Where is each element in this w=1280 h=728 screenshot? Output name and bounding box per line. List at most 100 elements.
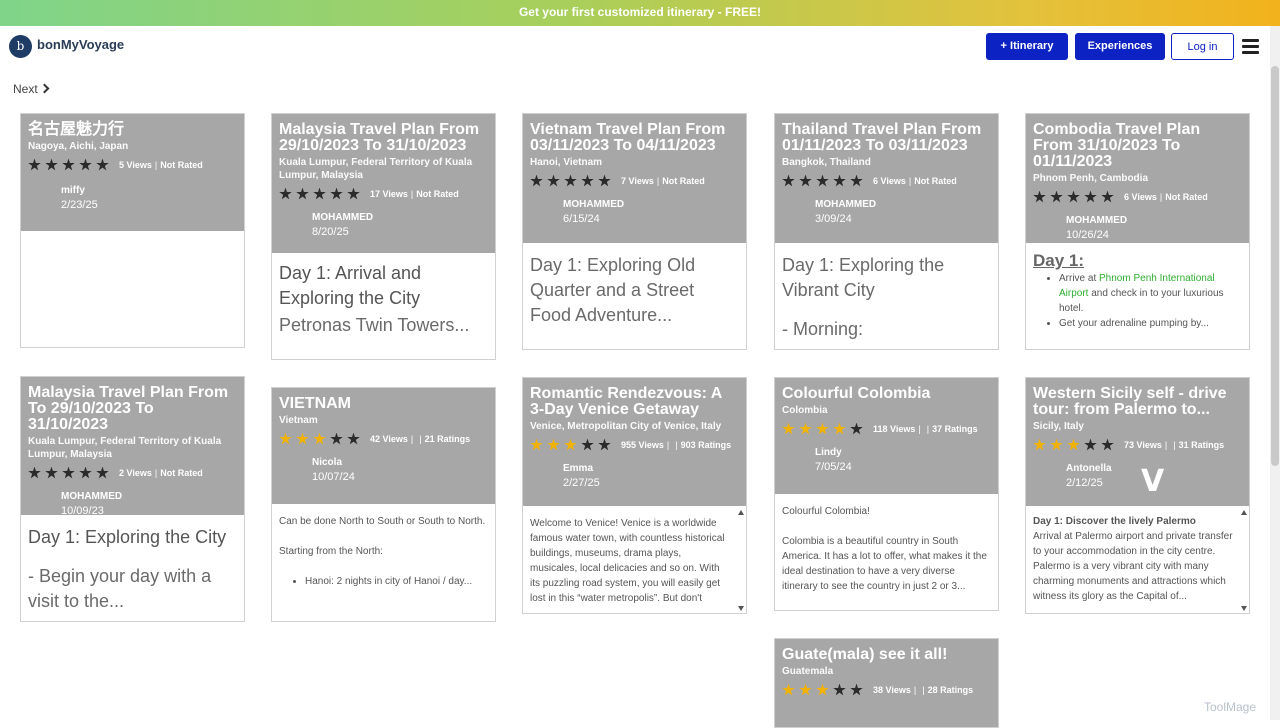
itinerary-card[interactable]: 名古屋魅力行 Nagoya, Aichi, Japan 5 Views | Not … xyxy=(20,113,245,348)
star-icon xyxy=(581,438,594,451)
star-rating xyxy=(530,438,611,452)
rating-status: Not Rated xyxy=(416,189,459,199)
rating-count: 28 Ratings xyxy=(927,685,974,695)
author-name: Emma xyxy=(563,463,594,474)
card-title[interactable]: Vietnam Travel Plan From 03/11/2023 To 0… xyxy=(530,122,739,154)
star-rating xyxy=(782,174,863,188)
menu-icon[interactable] xyxy=(1242,39,1259,54)
preview-text: Colombia is a beautiful country in South… xyxy=(782,536,987,592)
rating-count: 37 Ratings xyxy=(932,424,978,434)
rating-row: 42 Views | | 21 Ratings xyxy=(279,432,488,446)
next-page-link[interactable]: Next xyxy=(13,82,50,96)
card-preview[interactable]: Day 1: Discover the lively Palermo Arriv… xyxy=(1026,506,1249,610)
card-preview: Can be done North to South or South to N… xyxy=(272,504,495,597)
card-title[interactable]: Malaysia Travel Plan From 29/10/2023 To … xyxy=(279,122,488,154)
page-scrollbar-thumb[interactable] xyxy=(1271,66,1279,466)
preview-text: Welcome to Venice! Venice is a worldwide… xyxy=(530,518,725,610)
rating-count: 21 Ratings xyxy=(424,434,471,444)
star-icon xyxy=(313,187,326,200)
star-icon xyxy=(1033,190,1046,203)
card-preview: Day 1: Exploring the City - Begin your d… xyxy=(21,515,244,621)
star-icon xyxy=(581,174,594,187)
logo-icon[interactable]: b xyxy=(9,35,32,58)
itinerary-card[interactable]: Thailand Travel Plan From 01/11/2023 To … xyxy=(774,113,999,350)
card-header: Thailand Travel Plan From 01/11/2023 To … xyxy=(775,114,998,243)
itinerary-card[interactable]: Vietnam Travel Plan From 03/11/2023 To 0… xyxy=(522,113,747,350)
view-count: 7 Views xyxy=(621,176,654,186)
post-date: 10/26/24 xyxy=(1066,229,1109,241)
star-icon xyxy=(816,174,829,187)
star-rating xyxy=(28,466,109,480)
star-icon xyxy=(28,466,41,479)
card-location: Phnom Penh, Cambodia xyxy=(1033,173,1149,184)
preview-scrollbar[interactable] xyxy=(1241,510,1247,611)
itinerary-card[interactable]: Malaysia Travel Plan From To 29/10/2023 … xyxy=(20,376,245,622)
star-icon xyxy=(347,432,360,445)
brand-name[interactable]: bonMyVoyage xyxy=(37,37,124,52)
rating-status: Not Rated xyxy=(160,160,203,170)
login-button[interactable]: Log in xyxy=(1171,33,1234,60)
star-icon xyxy=(1101,438,1114,451)
rating-row: 5 Views | Not Rated xyxy=(28,158,237,172)
preview-text: Day 1: Exploring Old Quarter and a Stree… xyxy=(530,255,696,325)
preview-text: Starting from the North: xyxy=(279,546,383,557)
card-title[interactable]: VIETNAM xyxy=(279,396,488,412)
card-preview: Colourful Colombia! Colombia is a beauti… xyxy=(775,494,998,602)
star-rating xyxy=(279,187,360,201)
star-icon xyxy=(1101,190,1114,203)
card-title[interactable]: Malaysia Travel Plan From To 29/10/2023 … xyxy=(28,385,237,433)
card-header: Malaysia Travel Plan From 29/10/2023 To … xyxy=(272,114,495,253)
itinerary-card[interactable]: Malaysia Travel Plan From 29/10/2023 To … xyxy=(271,113,496,360)
card-title[interactable]: Guate(mala) see it all! xyxy=(782,647,991,663)
star-icon xyxy=(279,432,292,445)
star-rating xyxy=(1033,438,1114,452)
card-header: VIETNAM Vietnam 42 Views | | 21 Ratings Nic… xyxy=(272,388,495,504)
preview-text: - Begin your day with a visit to the... xyxy=(28,566,212,611)
post-date: 10/07/24 xyxy=(312,471,355,483)
itinerary-card[interactable]: Guate(mala) see it all! Guatemala 38 Vie… xyxy=(774,638,999,728)
card-title[interactable]: 名古屋魅力行 xyxy=(28,122,237,138)
star-icon xyxy=(530,438,543,451)
star-icon xyxy=(96,466,109,479)
star-icon xyxy=(1067,190,1080,203)
card-header: Western Sicily self - drive tour: from P… xyxy=(1026,378,1249,506)
card-preview: Day 1: Exploring Old Quarter and a Stree… xyxy=(523,243,746,336)
card-title[interactable]: Romantic Rendezvous: A 3-Day Venice Geta… xyxy=(530,386,739,418)
itinerary-card[interactable]: Colourful Colombia Colombia 118 Views | | 3… xyxy=(774,377,999,611)
card-title[interactable]: Western Sicily self - drive tour: from P… xyxy=(1033,386,1242,418)
post-date: 6/15/24 xyxy=(563,213,600,225)
preview-scrollbar[interactable] xyxy=(738,510,744,611)
promo-text[interactable]: Get your first customized itinerary - FR… xyxy=(519,5,761,19)
experiences-button[interactable]: Experiences xyxy=(1075,33,1165,60)
post-date: 7/05/24 xyxy=(815,461,852,473)
view-count: 17 Views xyxy=(370,189,408,199)
star-rating xyxy=(279,432,360,446)
card-title[interactable]: Thailand Travel Plan From 01/11/2023 To … xyxy=(782,122,991,154)
star-icon xyxy=(833,174,846,187)
view-count: 42 Views xyxy=(370,434,408,444)
star-icon xyxy=(1050,190,1063,203)
rating-row: 73 Views | | 31 Ratings xyxy=(1033,438,1242,452)
itinerary-card[interactable]: Romantic Rendezvous: A 3-Day Venice Geta… xyxy=(522,377,747,614)
add-itinerary-button[interactable]: + Itinerary xyxy=(986,33,1068,60)
card-title[interactable]: Colourful Colombia xyxy=(782,386,991,402)
preview-text: - Morning: xyxy=(782,319,864,339)
itinerary-card[interactable]: Western Sicily self - drive tour: from P… xyxy=(1025,377,1250,614)
view-count: 5 Views xyxy=(119,160,152,170)
author-name: MOHAMMED xyxy=(312,212,374,223)
star-icon xyxy=(296,187,309,200)
card-header: Romantic Rendezvous: A 3-Day Venice Geta… xyxy=(523,378,746,506)
star-icon xyxy=(816,422,829,435)
star-icon xyxy=(799,174,812,187)
itinerary-card[interactable]: Combodia Travel Plan From 31/10/2023 To … xyxy=(1025,113,1250,350)
card-title[interactable]: Combodia Travel Plan From 31/10/2023 To … xyxy=(1033,122,1242,170)
card-preview[interactable]: Welcome to Venice! Venice is a worldwide… xyxy=(523,506,746,610)
card-location: Nagoya, Aichi, Japan xyxy=(28,141,129,152)
itinerary-card[interactable]: VIETNAM Vietnam 42 Views | | 21 Ratings Nic… xyxy=(271,387,496,622)
author-name: Lindy xyxy=(815,447,842,458)
star-icon xyxy=(799,422,812,435)
star-icon xyxy=(833,422,846,435)
promo-banner[interactable]: Get your first customized itinerary - FR… xyxy=(0,0,1280,26)
star-icon xyxy=(330,432,343,445)
card-location: Vietnam xyxy=(279,415,318,426)
